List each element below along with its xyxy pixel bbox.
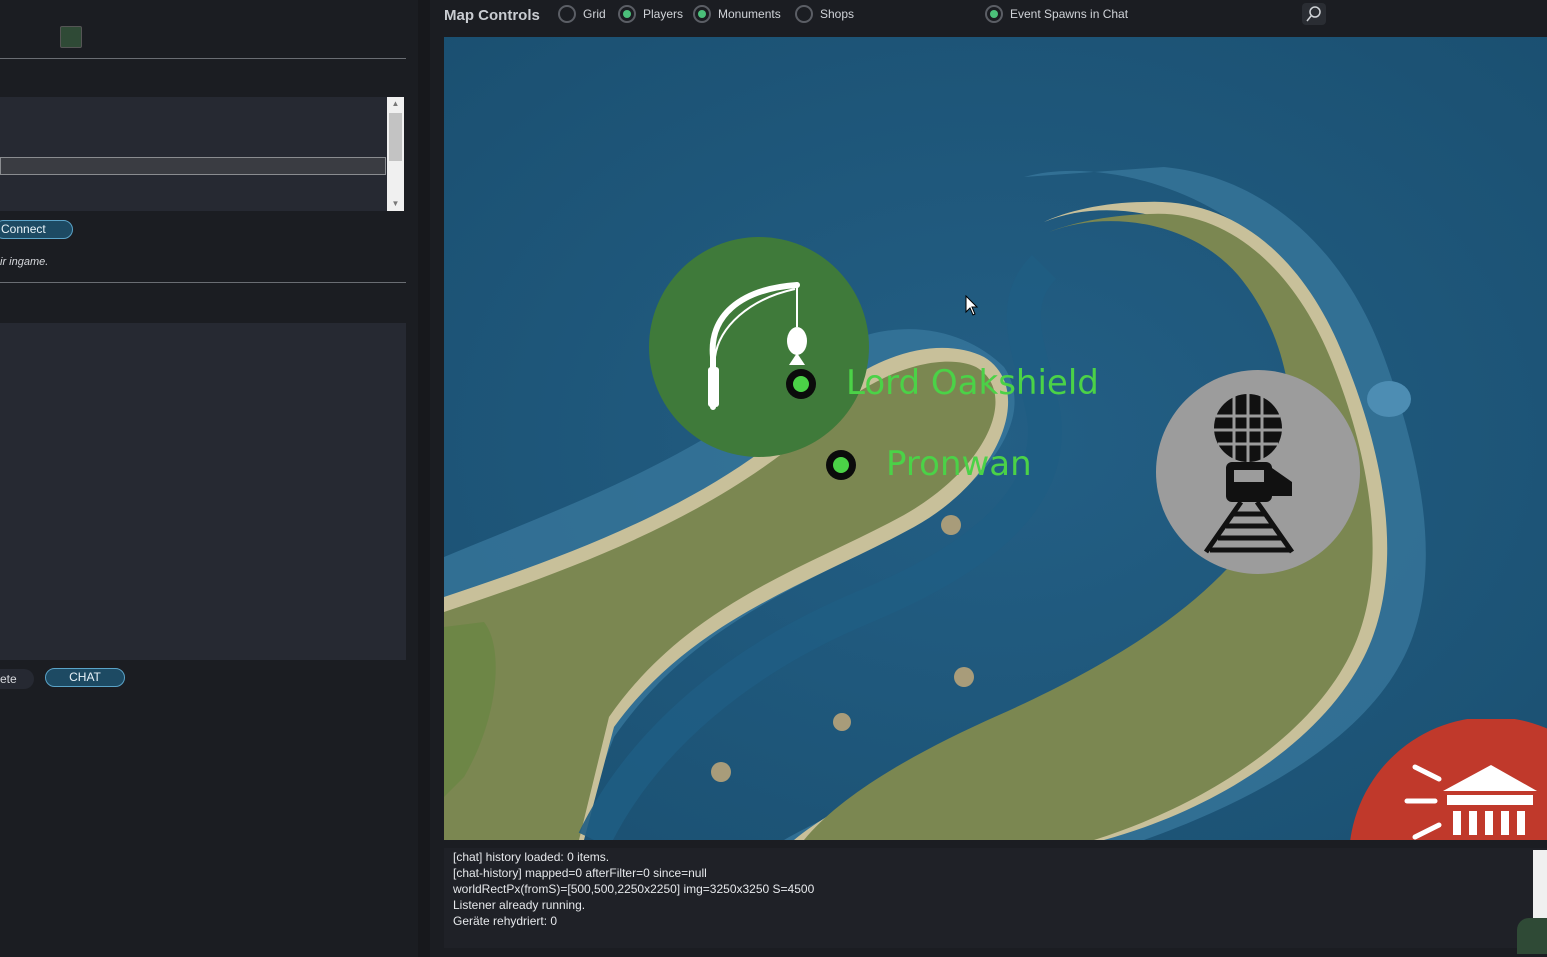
left-panel: ▲ ▼ Connect ir ingame. ete CHAT xyxy=(0,0,418,957)
shops-radio-icon[interactable] xyxy=(795,5,813,23)
avatar xyxy=(1517,918,1547,954)
log-line: [chat] history loaded: 0 items. xyxy=(453,850,610,864)
server-list[interactable]: ▲ ▼ xyxy=(0,97,404,211)
map-controls-bar: Map Controls Grid Players Monuments Shop… xyxy=(432,0,1547,30)
scroll-thumb[interactable] xyxy=(389,113,402,161)
monuments-label: Monuments xyxy=(718,7,781,21)
log-line: Listener already running. xyxy=(453,898,586,912)
delete-button[interactable]: ete xyxy=(0,669,34,689)
log-line: worldRectPx(fromS)=[500,500,2250x2250] i… xyxy=(453,882,815,896)
scroll-up-icon[interactable]: ▲ xyxy=(387,97,404,111)
monuments-radio-icon[interactable] xyxy=(693,5,711,23)
players-label: Players xyxy=(643,7,684,21)
shops-label: Shops xyxy=(820,7,855,21)
map-controls-title: Map Controls xyxy=(444,6,540,24)
event-spawns-radio-icon[interactable] xyxy=(985,5,1003,23)
log-line: [chat-history] mapped=0 afterFilter=0 si… xyxy=(453,866,707,880)
event-spawns-toggle[interactable]: Event Spawns in Chat xyxy=(985,5,1128,23)
monument-red-icon[interactable] xyxy=(1331,719,1547,840)
search-icon xyxy=(1306,6,1321,22)
grid-label: Grid xyxy=(583,7,606,21)
divider-line xyxy=(0,58,406,59)
search-button[interactable] xyxy=(1302,3,1326,25)
fishing-village-icon[interactable] xyxy=(649,237,869,457)
train-station-icon[interactable] xyxy=(1156,370,1361,575)
scroll-down-icon[interactable]: ▼ xyxy=(387,197,404,211)
mouse-cursor-icon xyxy=(965,295,979,316)
log-line: Geräte rehydriert: 0 xyxy=(453,914,558,928)
log-output[interactable]: [chat] history loaded: 0 items. [chat-hi… xyxy=(444,848,1547,948)
player-marker[interactable] xyxy=(786,369,816,399)
players-toggle[interactable]: Players xyxy=(618,5,683,23)
selected-list-row[interactable] xyxy=(0,157,386,175)
panel-splitter[interactable] xyxy=(418,0,430,957)
players-radio-icon[interactable] xyxy=(618,5,636,23)
player-name-label: Pronwan xyxy=(886,444,1032,484)
grid-radio-icon[interactable] xyxy=(558,5,576,23)
chat-button[interactable]: CHAT xyxy=(45,668,125,687)
grid-toggle[interactable]: Grid xyxy=(558,5,606,23)
hint-text: ir ingame. xyxy=(0,256,49,268)
app-window: ▲ ▼ Connect ir ingame. ete CHAT Map Cont… xyxy=(0,0,1547,957)
list-scrollbar[interactable]: ▲ ▼ xyxy=(387,97,404,211)
divider-line xyxy=(0,282,406,283)
map-view[interactable]: Lord Oakshield Pronwan xyxy=(444,37,1547,840)
event-spawns-label: Event Spawns in Chat xyxy=(1010,7,1129,21)
player-marker[interactable] xyxy=(826,450,856,480)
player-name-label: Lord Oakshield xyxy=(846,363,1099,403)
shops-toggle[interactable]: Shops xyxy=(795,5,854,23)
app-logo-icon xyxy=(60,26,82,48)
monuments-toggle[interactable]: Monuments xyxy=(693,5,781,23)
connect-button[interactable]: Connect xyxy=(0,220,73,239)
chat-history-box[interactable] xyxy=(0,323,406,660)
